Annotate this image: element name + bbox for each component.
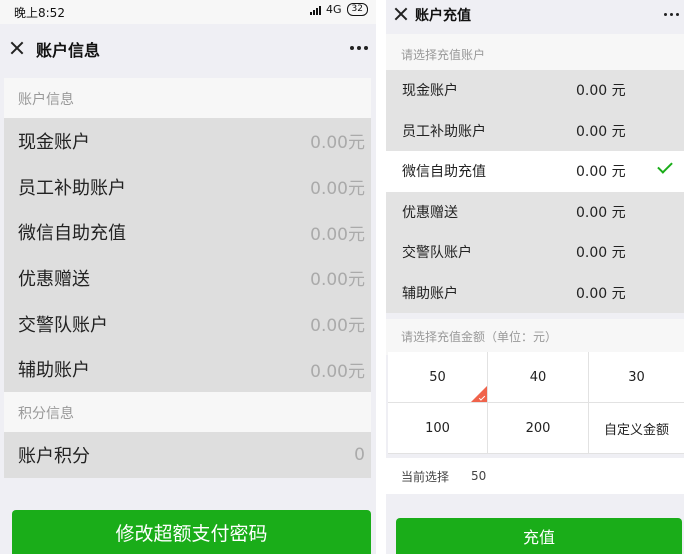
amount-option[interactable]: 200: [488, 403, 589, 454]
amount-label: 100: [425, 420, 450, 436]
checkmark-icon: [657, 158, 673, 174]
account-balance: 0.00元: [310, 316, 365, 337]
recharge-button[interactable]: 充值: [396, 518, 682, 554]
account-row[interactable]: 员工补助账户 0.00元: [4, 163, 371, 210]
status-indicators: 4G 32: [310, 3, 368, 16]
status-bar: 晚上8:52 4G 32: [0, 0, 376, 24]
recharge-account-card: 请选择充值账户 现金账户 0.00 元员工补助账户 0.00 元微信自助充值 0.00…: [386, 34, 684, 313]
account-label: 优惠赠送: [18, 268, 90, 290]
amount-option[interactable]: 40: [488, 352, 589, 403]
account-info-screen: 晚上8:52 4G 32 账户信息 账户信息 现金账户 0.00元 员工补助账户 0.…: [0, 0, 376, 554]
account-balance: 0.00元: [310, 270, 365, 291]
points-list: 账户积分 0: [4, 432, 371, 478]
account-balance: 0.00元: [310, 361, 365, 382]
recharge-account-balance: 0.00 元: [576, 245, 626, 262]
app-root: 晚上8:52 4G 32 账户信息 账户信息 现金账户 0.00元 员工补助账户 0.…: [0, 0, 684, 554]
account-row[interactable]: 现金账户 0.00元: [4, 118, 371, 164]
current-selection-label: 当前选择: [401, 469, 450, 484]
points-row[interactable]: 账户积分 0: [4, 432, 371, 478]
recharge-account-row[interactable]: 微信自助充值 0.00 元: [386, 151, 684, 192]
account-balance: 0.00元: [310, 133, 365, 154]
amount-label: 40: [529, 369, 547, 385]
nav-bar: 账户充值: [386, 0, 684, 32]
amount-label: 50: [429, 369, 446, 385]
nav-bar: 账户信息: [0, 24, 376, 72]
recharge-account-row[interactable]: 优惠赠送 0.00 元: [386, 191, 684, 232]
change-password-button[interactable]: 修改超额支付密码: [12, 510, 371, 554]
amount-label: 30: [628, 369, 645, 385]
more-icon[interactable]: [664, 13, 679, 16]
account-list: 现金账户 0.00元 员工补助账户 0.00元 微信自助充值 0.00元 优惠赠送 0.00元…: [4, 118, 371, 393]
account-row[interactable]: 交警队账户 0.00元: [4, 300, 371, 347]
recharge-account-label: 员工补助账户: [402, 123, 486, 140]
select-account-header: 请选择充值账户: [386, 34, 684, 70]
page-title: 账户充值: [415, 8, 471, 24]
recharge-account-balance: 0.00 元: [576, 285, 626, 302]
account-row[interactable]: 优惠赠送 0.00元: [4, 255, 371, 301]
battery-icon: 32: [346, 3, 368, 16]
account-balance: 0.00元: [310, 224, 365, 245]
current-selection-row: 当前选择 50: [386, 458, 684, 494]
account-label: 现金账户: [18, 131, 90, 153]
recharge-account-balance: 0.00 元: [576, 164, 626, 181]
recharge-account-balance: 0.00 元: [576, 83, 626, 100]
screen-divider: [376, 0, 380, 554]
amount-grid: 50 40 30 100 200 自定义金额: [388, 352, 684, 454]
points-value: 0: [354, 444, 365, 465]
recharge-account-list: 现金账户 0.00 元员工补助账户 0.00 元微信自助充值 0.00 元优惠赠送 0.…: [386, 70, 684, 313]
recharge-screen: 账户充值 请选择充值账户 现金账户 0.00 元员工补助账户 0.00 元微信自助充…: [386, 0, 684, 554]
recharge-account-label: 优惠赠送: [402, 204, 458, 221]
recharge-account-row[interactable]: 辅助账户 0.00 元: [386, 272, 684, 313]
recharge-account-row[interactable]: 交警队账户 0.00 元: [386, 232, 684, 273]
amount-label: 200: [525, 420, 551, 436]
page-title: 账户信息: [36, 41, 101, 60]
recharge-account-balance: 0.00 元: [576, 123, 626, 140]
recharge-account-label: 辅助账户: [402, 285, 458, 302]
accounts-section-header: 账户信息: [4, 78, 371, 118]
close-icon[interactable]: [10, 41, 24, 55]
account-info-card: 账户信息 现金账户 0.00元 员工补助账户 0.00元 微信自助充值 0.00元 优惠赠送…: [4, 78, 371, 478]
account-label: 交警队账户: [18, 314, 108, 336]
recharge-account-label: 交警队账户: [402, 245, 472, 262]
account-label: 员工补助账户: [18, 177, 126, 199]
amount-option[interactable]: 100: [388, 403, 488, 454]
points-section-header: 积分信息: [4, 392, 371, 433]
recharge-account-row[interactable]: 现金账户 0.00 元: [386, 70, 684, 111]
amount-label: 自定义金额: [603, 422, 669, 438]
account-row[interactable]: 微信自助充值 0.00元: [4, 209, 371, 256]
recharge-account-balance: 0.00 元: [576, 204, 626, 221]
amount-option[interactable]: 30: [589, 352, 684, 403]
recharge-account-label: 现金账户: [402, 83, 458, 100]
recharge-account-label: 微信自助充值: [402, 164, 486, 181]
network-label: 4G: [326, 3, 342, 16]
select-amount-header: 请选择充值金额（单位：元）: [386, 319, 684, 355]
current-selection-value: 50: [471, 469, 487, 483]
account-label: 微信自助充值: [18, 223, 126, 245]
amount-option[interactable]: 自定义金额: [589, 403, 684, 454]
status-time: 晚上8:52: [14, 6, 65, 20]
more-icon[interactable]: [350, 46, 368, 50]
account-label: 辅助账户: [18, 360, 90, 382]
amount-option[interactable]: 50: [388, 352, 488, 403]
account-balance: 0.00元: [310, 179, 365, 200]
recharge-account-row[interactable]: 员工补助账户 0.00 元: [386, 110, 684, 151]
points-label: 账户积分: [18, 445, 90, 467]
close-icon[interactable]: [394, 7, 408, 21]
account-row[interactable]: 辅助账户 0.00元: [4, 346, 371, 393]
signal-icon: [310, 5, 322, 15]
